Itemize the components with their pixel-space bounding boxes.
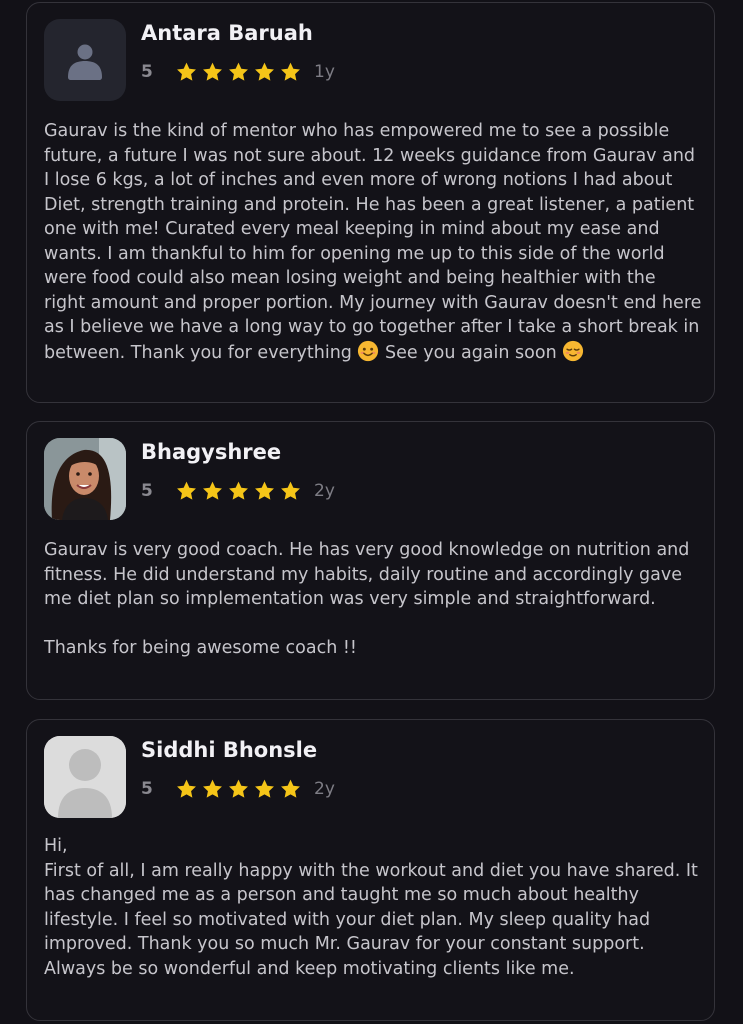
avatar[interactable] bbox=[44, 19, 126, 101]
review-text: Hi, First of all, I am really happy with… bbox=[44, 836, 698, 979]
star-rating bbox=[175, 480, 302, 502]
review-age: 1y bbox=[314, 62, 335, 82]
review-text-body: Gaurav is the kind of mentor who has emp… bbox=[44, 121, 702, 363]
star-icon bbox=[203, 62, 222, 81]
rating-value: 5 bbox=[141, 62, 153, 82]
review-text-tail: See you again soon bbox=[385, 342, 557, 363]
star-icon bbox=[255, 779, 274, 798]
star-icon bbox=[177, 779, 196, 798]
star-icon bbox=[177, 481, 196, 500]
star-icon bbox=[255, 62, 274, 81]
review-card: Bhagyshree 5 2y Gaurav is very good coac… bbox=[26, 421, 715, 700]
star-icon bbox=[203, 481, 222, 500]
star-icon bbox=[229, 779, 248, 798]
person-icon bbox=[44, 736, 126, 818]
star-icon bbox=[203, 779, 222, 798]
star-rating bbox=[175, 778, 302, 800]
star-icon bbox=[229, 62, 248, 81]
star-rating bbox=[175, 61, 302, 83]
smiling-face-emoji-icon bbox=[358, 340, 379, 361]
person-icon bbox=[68, 44, 102, 80]
review-age: 2y bbox=[314, 779, 335, 799]
avatar[interactable] bbox=[44, 736, 126, 818]
star-icon bbox=[281, 779, 300, 798]
star-icon bbox=[255, 481, 274, 500]
reviewer-name[interactable]: Antara Baruah bbox=[141, 21, 313, 45]
rating-row: 5 1y bbox=[141, 59, 335, 85]
star-icon bbox=[177, 62, 196, 81]
reviewer-name[interactable]: Bhagyshree bbox=[141, 440, 281, 464]
profile-photo-icon bbox=[44, 438, 126, 520]
rating-value: 5 bbox=[141, 481, 153, 501]
review-card: Siddhi Bhonsle 5 2y Hi, First of all, I … bbox=[26, 719, 715, 1021]
review-text: Gaurav is the kind of mentor who has emp… bbox=[44, 119, 702, 365]
rating-row: 5 2y bbox=[141, 776, 335, 802]
avatar[interactable] bbox=[44, 438, 126, 520]
rating-row: 5 2y bbox=[141, 478, 335, 504]
rating-value: 5 bbox=[141, 779, 153, 799]
review-text: Gaurav is very good coach. He has very g… bbox=[44, 540, 690, 658]
review-age: 2y bbox=[314, 481, 335, 501]
star-icon bbox=[281, 62, 300, 81]
review-card: Antara Baruah 5 1y Gaurav is the kind of… bbox=[26, 2, 715, 403]
reviewer-name[interactable]: Siddhi Bhonsle bbox=[141, 738, 317, 762]
star-icon bbox=[229, 481, 248, 500]
star-icon bbox=[281, 481, 300, 500]
relieved-face-emoji-icon bbox=[563, 340, 584, 361]
